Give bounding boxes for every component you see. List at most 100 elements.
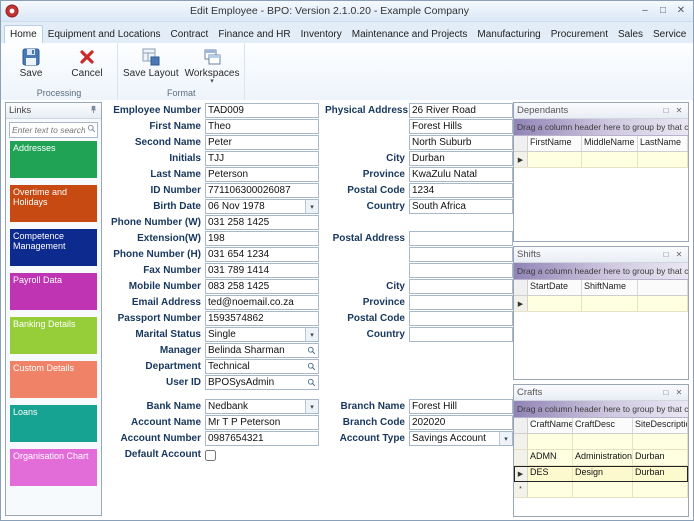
account-number-input[interactable] [206, 433, 318, 444]
table-row[interactable]: ADMN Administration Durban [514, 450, 688, 466]
link-banking-details[interactable]: Banking Details [10, 317, 97, 354]
column-header-startdate[interactable]: StartDate [528, 280, 582, 295]
link-overtime-and-holidays[interactable]: Overtime and Holidays [10, 185, 97, 222]
tab-inventory[interactable]: Inventory [296, 26, 347, 43]
search-icon [87, 124, 96, 136]
save-layout-button[interactable]: Save Layout [120, 44, 182, 88]
link-competence-management[interactable]: Competence Management [10, 229, 97, 266]
default-account-checkbox[interactable] [205, 449, 216, 461]
mobile-number-input[interactable] [206, 281, 318, 292]
tab-contract[interactable]: Contract [166, 26, 214, 43]
manager-input[interactable] [206, 345, 305, 356]
column-header-craftdesc[interactable]: CraftDesc [573, 418, 633, 433]
tab-maintenance-and-projects[interactable]: Maintenance and Projects [347, 26, 473, 43]
tab-procurement[interactable]: Procurement [546, 26, 613, 43]
cancel-button[interactable]: Cancel [59, 44, 115, 88]
physical-address-input-3[interactable] [410, 137, 512, 148]
link-loans[interactable]: Loans [10, 405, 97, 442]
save-button[interactable]: Save [3, 44, 59, 88]
column-header-firstname[interactable]: FirstName [528, 136, 582, 151]
marital-status-input[interactable] [206, 329, 305, 340]
postal-postal-code-input[interactable] [410, 313, 512, 324]
user-id-input[interactable] [206, 377, 305, 388]
physical-city-input[interactable] [410, 153, 512, 164]
employee-number-field [205, 103, 319, 118]
first-name-input[interactable] [206, 121, 318, 132]
dependants-maximize-icon[interactable]: □ [660, 104, 672, 117]
tab-finance-and-hr[interactable]: Finance and HR [213, 26, 295, 43]
crafts-maximize-icon[interactable]: □ [660, 386, 672, 399]
tab-reporting[interactable]: Reporting [691, 26, 693, 43]
pin-icon[interactable] [89, 105, 98, 117]
birth-date-input[interactable] [206, 201, 305, 212]
table-row-new[interactable]: * [514, 482, 688, 498]
postal-city-input[interactable] [410, 281, 512, 292]
second-name-input[interactable] [206, 137, 318, 148]
birth-date-dropdown-icon[interactable]: ▾ [305, 200, 318, 213]
link-payroll-data[interactable]: Payroll Data [10, 273, 97, 310]
link-custom-details[interactable]: Custom Details [10, 361, 97, 398]
manager-lookup-icon[interactable] [305, 344, 318, 357]
table-row[interactable]: ▶ [514, 152, 688, 168]
crafts-group-drop-area[interactable]: Drag a column header here to group by th… [514, 401, 688, 418]
link-addresses[interactable]: Addresses [10, 141, 97, 178]
workspaces-button[interactable]: Workspaces ▾ [182, 44, 243, 88]
physical-address-input-2[interactable] [410, 121, 512, 132]
fax-number-input[interactable] [206, 265, 318, 276]
table-row[interactable]: ▶ [514, 296, 688, 312]
shifts-maximize-icon[interactable]: □ [660, 248, 672, 261]
dependants-close-icon[interactable]: ✕ [673, 104, 685, 117]
physical-province-input[interactable] [410, 169, 512, 180]
extension-work-input[interactable] [206, 233, 318, 244]
tab-service[interactable]: Service [648, 26, 691, 43]
crafts-close-icon[interactable]: ✕ [673, 386, 685, 399]
tab-manufacturing[interactable]: Manufacturing [472, 26, 545, 43]
email-address-input[interactable] [206, 297, 318, 308]
dependants-group-drop-area[interactable]: Drag a column header here to group by th… [514, 119, 688, 136]
maximize-button[interactable]: □ [654, 3, 672, 19]
account-type-input[interactable] [410, 433, 499, 444]
branch-code-input[interactable] [410, 417, 512, 428]
tab-home[interactable]: Home [4, 25, 43, 43]
shifts-group-drop-area[interactable]: Drag a column header here to group by th… [514, 263, 688, 280]
last-name-input[interactable] [206, 169, 318, 180]
shifts-close-icon[interactable]: ✕ [673, 248, 685, 261]
tab-sales[interactable]: Sales [613, 26, 648, 43]
phone-home-input[interactable] [206, 249, 318, 260]
column-header-sitedescription[interactable]: SiteDescription [633, 418, 688, 433]
department-input[interactable] [206, 361, 305, 372]
column-header-shiftname[interactable]: ShiftName [582, 280, 638, 295]
table-row[interactable] [514, 434, 688, 450]
initials-input[interactable] [206, 153, 318, 164]
user-id-lookup-icon[interactable] [305, 376, 318, 389]
physical-address-input-1[interactable] [410, 105, 512, 116]
links-search-input[interactable] [10, 125, 87, 135]
column-header-middlename[interactable]: MiddleName [582, 136, 638, 151]
account-type-dropdown-icon[interactable]: ▾ [499, 432, 512, 445]
table-row-selected[interactable]: ▶ DES Design Durban [514, 466, 688, 482]
close-button[interactable]: ✕ [672, 3, 690, 19]
postal-province-input[interactable] [410, 297, 512, 308]
postal-address-input-2[interactable] [410, 249, 512, 260]
physical-postal-code-input[interactable] [410, 185, 512, 196]
bank-name-dropdown-icon[interactable]: ▾ [305, 400, 318, 413]
employee-number-input[interactable] [206, 105, 318, 116]
column-header-craftname[interactable]: CraftName [528, 418, 573, 433]
branch-name-input[interactable] [410, 401, 512, 412]
postal-country-input[interactable] [410, 329, 512, 340]
account-name-input[interactable] [206, 417, 318, 428]
physical-country-input[interactable] [410, 201, 512, 212]
id-number-input[interactable] [206, 185, 318, 196]
department-lookup-icon[interactable] [305, 360, 318, 373]
marital-status-dropdown-icon[interactable]: ▾ [305, 328, 318, 341]
link-organisation-chart[interactable]: Organisation Chart [10, 449, 97, 486]
tab-equipment-and-locations[interactable]: Equipment and Locations [43, 26, 166, 43]
phone-work-input[interactable] [206, 217, 318, 228]
minimize-button[interactable]: – [636, 3, 654, 19]
passport-number-input[interactable] [206, 313, 318, 324]
column-header-lastname[interactable]: LastName [638, 136, 688, 151]
postal-address-input-3[interactable] [410, 265, 512, 276]
bank-name-input[interactable] [206, 401, 305, 412]
postal-address-input-1[interactable] [410, 233, 512, 244]
column-header-blank[interactable] [638, 280, 688, 295]
